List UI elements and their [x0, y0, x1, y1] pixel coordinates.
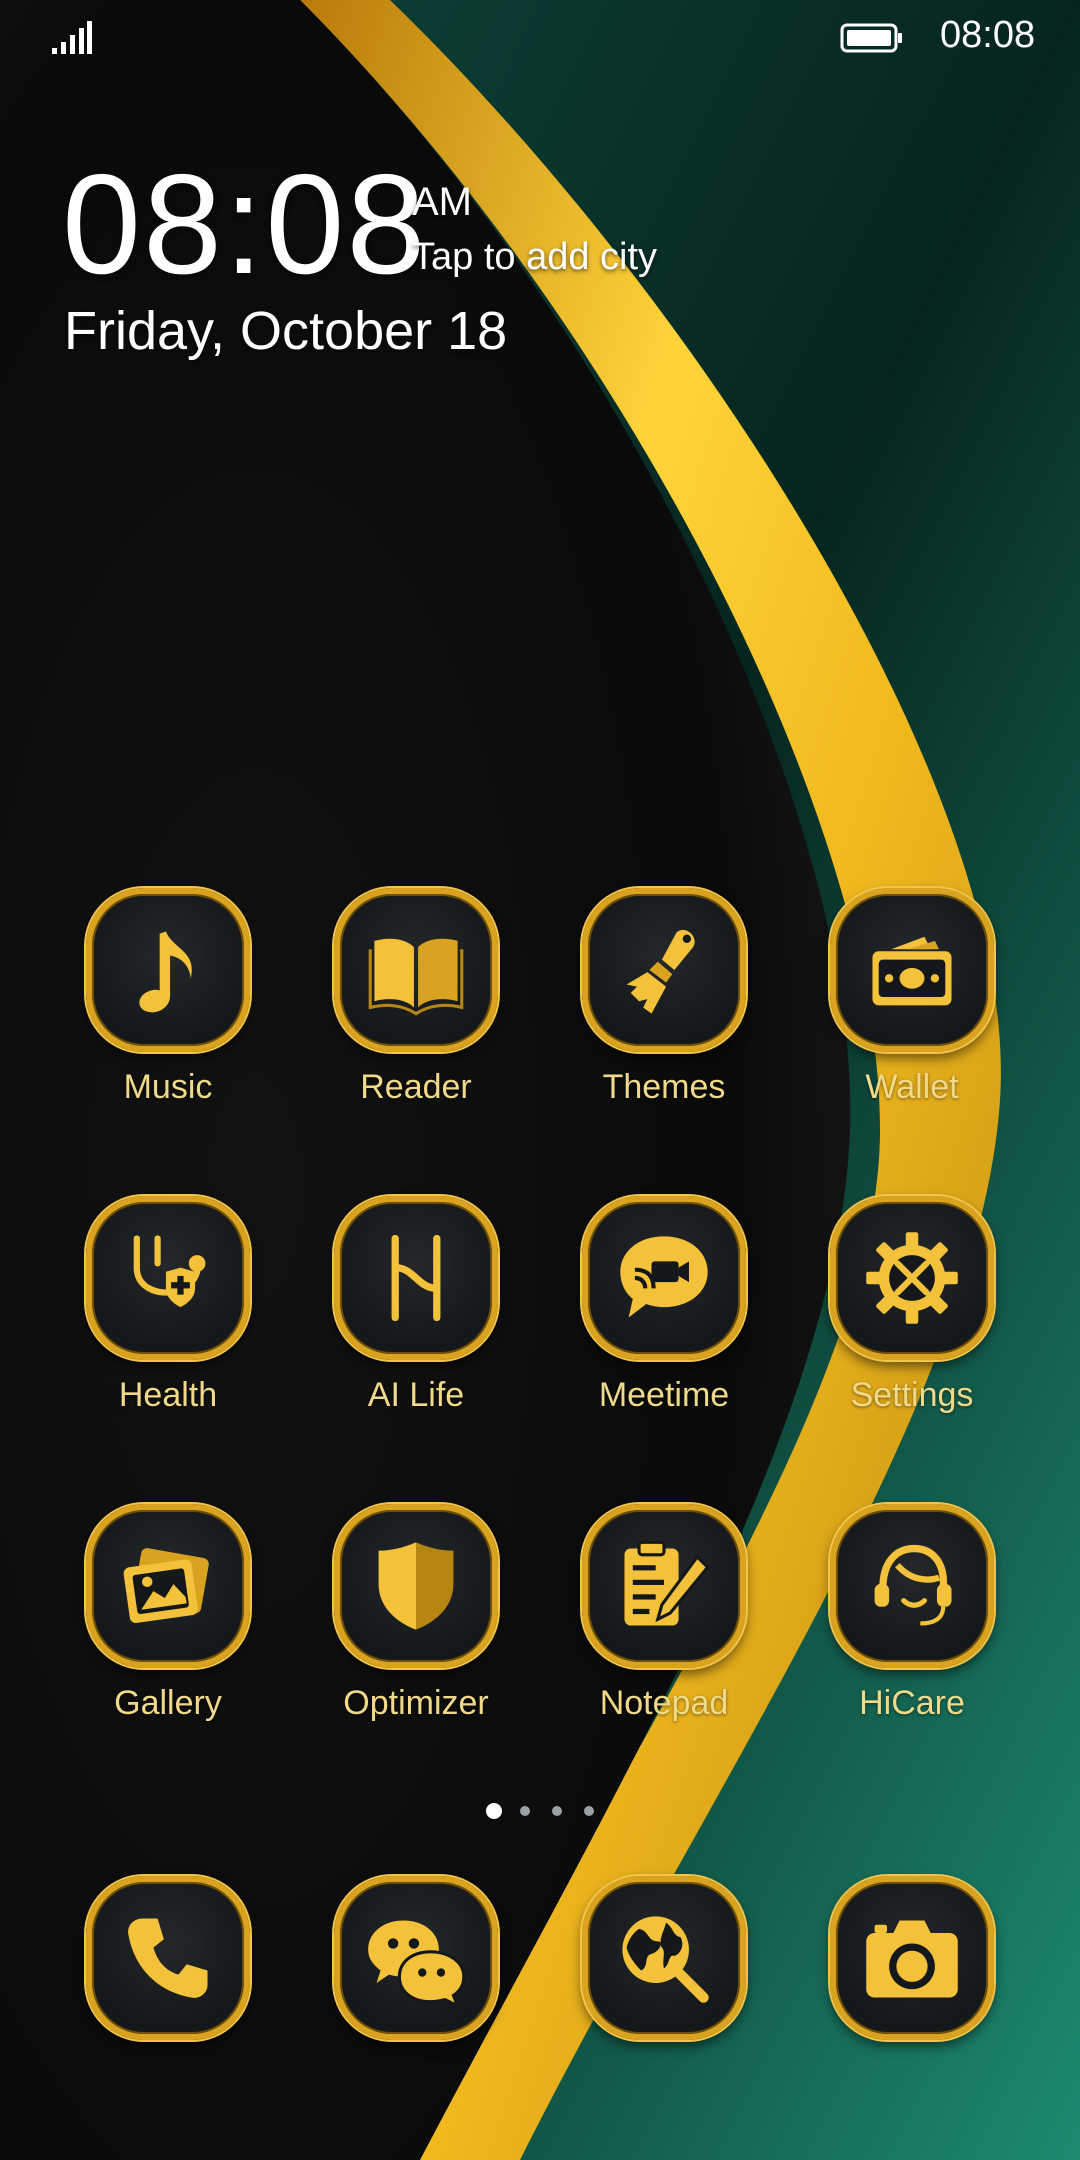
wallet-cash-icon [872, 936, 952, 1006]
app-music[interactable]: Music [68, 888, 268, 1148]
app-wallet[interactable]: Wallet [812, 888, 1012, 1148]
app-label: Gallery [114, 1684, 222, 1722]
app-label: AI Life [367, 1376, 465, 1414]
app-notepad[interactable]: Notepad [564, 1504, 764, 1764]
music-note-icon [139, 931, 192, 1013]
app-label: Music [123, 1068, 213, 1106]
dock-browser[interactable] [564, 1876, 764, 2136]
gear-tools-icon [866, 1232, 958, 1324]
page-dot[interactable] [584, 1806, 594, 1816]
status-bar: 08:08 [0, 0, 1080, 80]
book-icon [368, 938, 464, 1016]
clock-ampm: AM [412, 180, 472, 224]
app-themes[interactable]: Themes [564, 888, 764, 1148]
shield-icon [378, 1542, 454, 1630]
app-meetime[interactable]: Meetime [564, 1196, 764, 1456]
video-chat-icon [620, 1236, 708, 1318]
app-hicare[interactable]: HiCare [812, 1504, 1012, 1764]
photo-stack-icon [123, 1548, 209, 1623]
app-label: Settings [850, 1376, 974, 1414]
app-label: HiCare [859, 1684, 965, 1722]
app-label: Notepad [599, 1684, 729, 1722]
app-label: Meetime [598, 1376, 730, 1414]
status-time: 08:08 [940, 14, 1036, 56]
globe-search-icon [622, 1916, 709, 2003]
dock-phone[interactable] [68, 1876, 268, 2136]
app-health[interactable]: Health [68, 1196, 268, 1456]
add-city-link[interactable]: Tap to add city [412, 236, 657, 279]
paintbrush-icon [626, 929, 695, 1014]
page-indicator[interactable] [480, 1802, 600, 1822]
chat-bubbles-icon [368, 1920, 466, 2010]
clock-time[interactable]: 08:08 [62, 150, 427, 300]
app-label: Themes [602, 1068, 726, 1106]
app-settings[interactable]: Settings [812, 1196, 1012, 1456]
app-ai-life[interactable]: AI Life [316, 1196, 516, 1456]
app-label: Wallet [865, 1068, 959, 1106]
page-dot-active[interactable] [486, 1803, 502, 1819]
page-dot[interactable] [552, 1806, 562, 1816]
app-label: Reader [360, 1068, 472, 1106]
app-optimizer[interactable]: Optimizer [316, 1504, 516, 1764]
app-label: Health [118, 1376, 218, 1414]
clipboard-pencil-icon [624, 1540, 710, 1626]
signal-icon [52, 21, 92, 54]
dock-camera[interactable] [812, 1876, 1012, 2136]
ai-life-icon [391, 1234, 441, 1322]
dock-messages[interactable] [316, 1876, 516, 2136]
app-label: Optimizer [343, 1684, 489, 1722]
page-dot[interactable] [520, 1806, 530, 1816]
app-gallery[interactable]: Gallery [68, 1504, 268, 1764]
phone-icon [128, 1918, 208, 1998]
camera-icon [866, 1920, 958, 1998]
battery-icon [840, 23, 902, 53]
headset-person-icon [874, 1544, 952, 1626]
clock-date[interactable]: Friday, October 18 [64, 300, 507, 362]
stethoscope-shield-icon [133, 1235, 206, 1308]
app-reader[interactable]: Reader [316, 888, 516, 1148]
